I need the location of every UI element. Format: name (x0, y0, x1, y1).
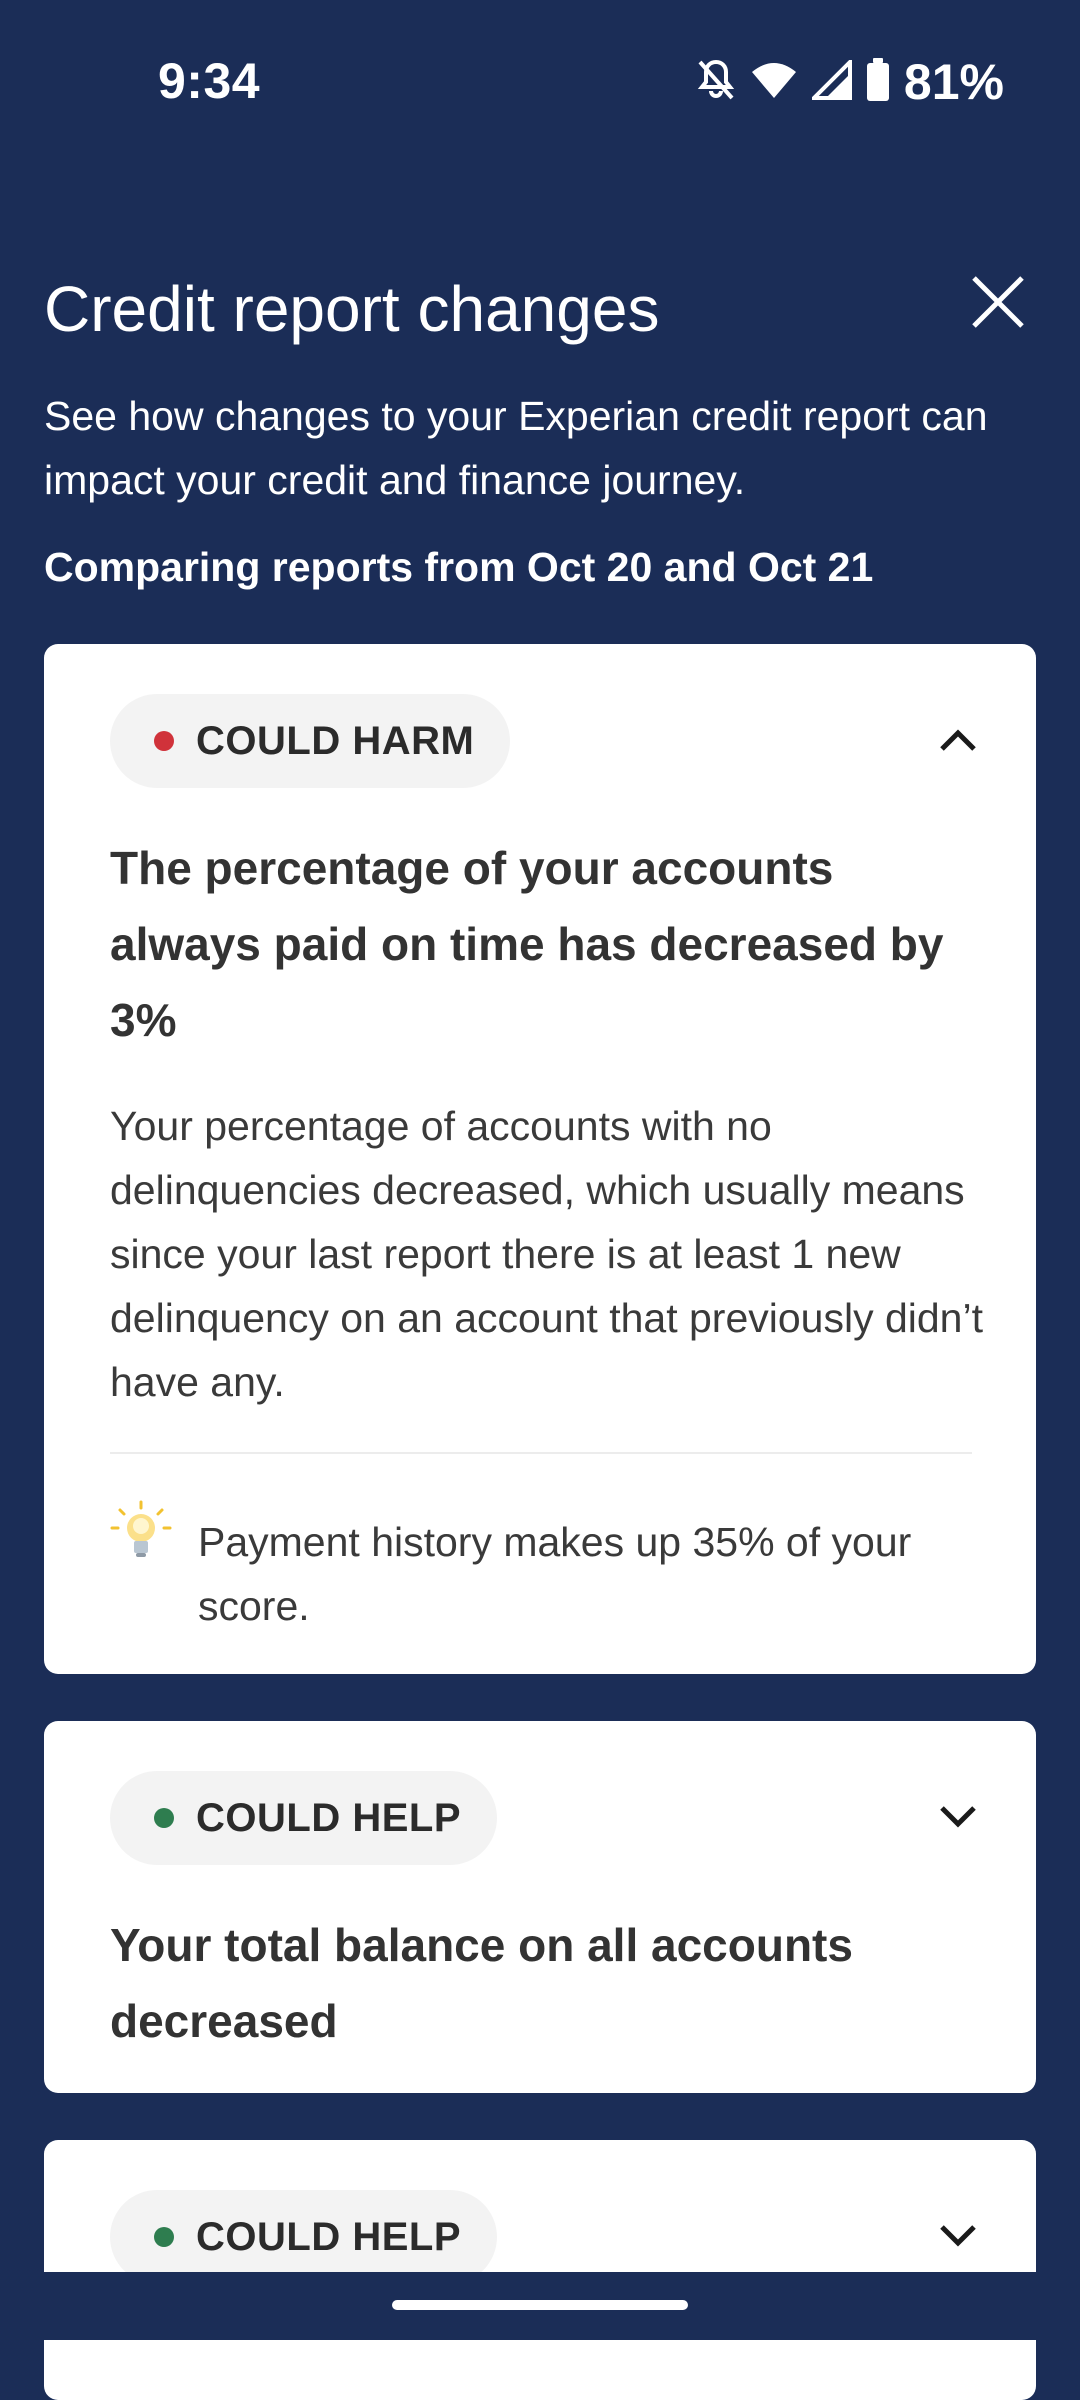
chevron-down-icon (938, 2223, 978, 2254)
harm-dot-icon (154, 731, 174, 751)
tip-text: Payment history makes up 35% of your sco… (198, 1519, 912, 1629)
help-dot-icon (154, 1808, 174, 1828)
status-badge: COULD HARM (110, 694, 511, 788)
comparing-reports-label: Comparing reports from Oct 20 and Oct 21 (44, 544, 874, 590)
battery-percent: 81% (903, 54, 1004, 110)
card-body: Your percentage of accounts with no deli… (110, 1103, 983, 1405)
card-heading: Your total balance on all accounts decre… (110, 1919, 853, 2047)
battery-icon (866, 57, 890, 107)
status-bar: 9:34 81% (0, 0, 1080, 160)
change-card-harm: COULD HARM The percentage of your accoun… (44, 644, 1036, 1674)
badge-label: COULD HARM (196, 718, 475, 763)
collapse-button[interactable] (926, 710, 990, 774)
notifications-off-icon (696, 58, 736, 107)
expand-button[interactable] (926, 2206, 990, 2270)
badge-label: COULD HELP (196, 2214, 461, 2259)
divider (110, 1452, 972, 1454)
lightbulb-icon (110, 1500, 172, 1562)
badge-label: COULD HELP (196, 1795, 461, 1840)
change-card-help[interactable]: COULD HELP (44, 2140, 1036, 2400)
status-badge: COULD HELP (110, 2190, 497, 2284)
chevron-down-icon (938, 1804, 978, 1835)
close-icon (970, 274, 1026, 335)
status-time: 9:34 (158, 53, 261, 109)
status-icons: 81% (696, 52, 1004, 112)
home-handle[interactable] (392, 2300, 688, 2310)
expand-button[interactable] (926, 1787, 990, 1851)
page-description: See how changes to your Experian credit … (44, 393, 988, 503)
status-badge: COULD HELP (110, 1771, 497, 1865)
cell-signal-icon (809, 56, 852, 105)
chevron-up-icon (938, 727, 978, 758)
change-card-help[interactable]: COULD HELP Your total balance on all acc… (44, 1721, 1036, 2093)
wifi-icon (750, 60, 798, 105)
card-heading: The percentage of your accounts always p… (110, 842, 944, 1046)
close-button[interactable] (960, 266, 1036, 342)
help-dot-icon (154, 2227, 174, 2247)
page-title: Credit report changes (44, 273, 660, 345)
